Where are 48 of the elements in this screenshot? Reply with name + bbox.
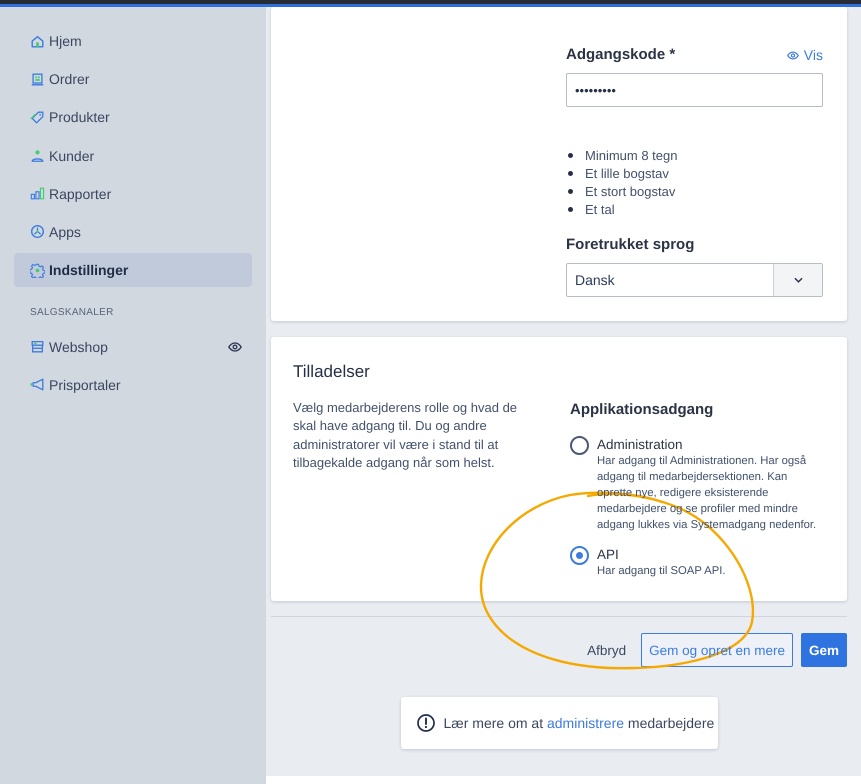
bullet-icon [568,152,573,158]
requirement-text: Minimum 8 tegn [585,148,678,162]
language-select[interactable]: Dansk [566,263,823,297]
requirement-text: Et lille bogstav [585,166,669,180]
section-heading: SALGSKANALER [29,306,115,320]
tag-icon [30,110,45,125]
nav-item[interactable]: Apps [14,214,252,249]
apps-icon [30,224,45,240]
eye-icon [786,50,799,60]
field-label: Adgangskode * [566,45,676,65]
eye-icon[interactable] [228,342,242,352]
nav-item[interactable]: Indstillinger [14,253,252,288]
card-title: Tilladelser [293,362,371,382]
save-button[interactable]: Gem [800,633,847,667]
nav-item[interactable]: Prisportaler [14,368,252,402]
radio-button[interactable] [570,436,589,455]
nav-item[interactable]: Rapporter [14,176,252,211]
option-label: Administration [597,436,684,453]
password-field[interactable]: ••••••••• [566,73,823,107]
person-icon [30,148,45,164]
radio-button[interactable] [570,546,589,565]
option-label: API [597,546,620,563]
gear-icon [30,262,45,278]
requirement-text: Et tal [585,202,615,216]
nav-item[interactable]: Produkter [14,100,252,134]
nav-item[interactable]: Ordrer [14,62,252,96]
register-icon [30,72,45,87]
chevron-down-icon [794,277,802,283]
home-icon [30,34,45,48]
nav-item[interactable]: Webshop [14,330,228,364]
nav-item[interactable]: Hjem [14,24,252,58]
help-link[interactable]: administrere [546,715,624,731]
cancel-button[interactable]: Afbryd [580,633,634,667]
help-text: Lær mere om at administrere medarbejdere [444,715,714,731]
option-description: Har adgang til SOAP API. [597,564,727,579]
field-label: Foretrukket sprog [566,235,696,255]
bar-chart-icon [30,186,45,202]
card-description: Vælg medarbejderens rolle og hvad de skal have adgang til. Du og andre administratorer vil være i stand til at tilbagekalde adgang når som helst. [293,399,518,472]
bullet-icon [568,188,573,194]
bullet-icon [568,170,573,176]
nav-item[interactable]: Kunder [14,138,252,173]
megaphone-icon [30,377,45,392]
storefront-icon [30,339,45,354]
section-heading: Applikationsadgang [570,400,714,420]
show-password-link[interactable]: Vis [786,47,823,63]
exclamation-icon [416,714,434,732]
requirement-text: Et stort bogstav [585,184,676,198]
bullet-icon [568,206,573,212]
